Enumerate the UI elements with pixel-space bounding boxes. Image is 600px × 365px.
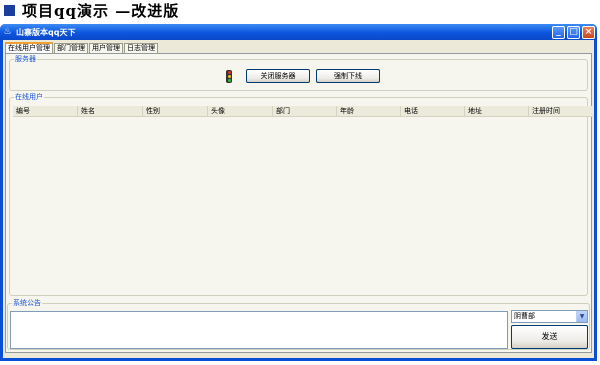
tab-online-user-management[interactable]: 在线用户管理 bbox=[5, 42, 53, 53]
app-window: ♨ 山寨版本qq天下 _ □ × 在线用户管理 部门管理 用户管理 日志管理 服… bbox=[0, 24, 597, 361]
traffic-light-icon bbox=[226, 70, 232, 83]
tab-page-online-users: 服务器 关闭服务器 强制下线 在线用户 编号 姓名 性别 头像 部门 年龄 电话… bbox=[5, 53, 593, 353]
maximize-button[interactable]: □ bbox=[567, 25, 580, 39]
force-offline-button[interactable]: 强制下线 bbox=[316, 69, 380, 83]
slide-title: 项目qq演示 —改进版 bbox=[22, 1, 180, 20]
online-users-group: 在线用户 编号 姓名 性别 头像 部门 年龄 电话 地址 注册时间 bbox=[9, 92, 593, 296]
user-table-body[interactable] bbox=[13, 117, 593, 293]
department-select[interactable]: 阴曹部 ▼ bbox=[511, 310, 588, 323]
slide-heading: 项目qq演示 —改进版 bbox=[4, 0, 179, 20]
online-users-group-label: 在线用户 bbox=[14, 92, 44, 102]
column-header-gender[interactable]: 性别 bbox=[143, 106, 208, 116]
column-header-name[interactable]: 姓名 bbox=[78, 106, 143, 116]
chevron-down-icon[interactable]: ▼ bbox=[576, 311, 587, 322]
column-header-registration-time[interactable]: 注册时间 bbox=[529, 106, 593, 116]
department-select-value: 阴曹部 bbox=[514, 312, 535, 320]
tab-user-management[interactable]: 用户管理 bbox=[89, 43, 123, 53]
app-icon: ♨ bbox=[3, 26, 12, 37]
column-header-age[interactable]: 年龄 bbox=[337, 106, 401, 116]
minimize-button[interactable]: _ bbox=[552, 25, 565, 39]
window-client-area: 在线用户管理 部门管理 用户管理 日志管理 服务器 关闭服务器 强制下线 在线用… bbox=[3, 40, 594, 358]
column-header-avatar[interactable]: 头像 bbox=[208, 106, 273, 116]
announcement-group-label: 系统公告 bbox=[12, 298, 42, 308]
title-bar[interactable]: ♨ 山寨版本qq天下 _ □ × bbox=[0, 24, 597, 40]
tab-strip: 在线用户管理 部门管理 用户管理 日志管理 bbox=[5, 42, 159, 53]
close-server-button[interactable]: 关闭服务器 bbox=[246, 69, 310, 83]
announcement-message-input[interactable] bbox=[10, 311, 508, 349]
server-group-label: 服务器 bbox=[14, 54, 37, 64]
square-bullet-icon bbox=[4, 4, 15, 16]
column-header-address[interactable]: 地址 bbox=[465, 106, 529, 116]
server-group: 服务器 关闭服务器 强制下线 bbox=[9, 54, 588, 91]
window-title: 山寨版本qq天下 bbox=[16, 27, 76, 37]
tab-log-management[interactable]: 日志管理 bbox=[124, 43, 158, 53]
tab-department-management[interactable]: 部门管理 bbox=[54, 43, 88, 53]
close-button[interactable]: × bbox=[582, 25, 595, 39]
send-button[interactable]: 发送 bbox=[511, 325, 588, 349]
column-header-phone[interactable]: 电话 bbox=[401, 106, 465, 116]
column-header-id[interactable]: 编号 bbox=[13, 106, 78, 116]
column-header-department[interactable]: 部门 bbox=[273, 106, 337, 116]
announcement-group: 系统公告 阴曹部 ▼ 发送 bbox=[7, 298, 590, 350]
user-table-header: 编号 姓名 性别 头像 部门 年龄 电话 地址 注册时间 bbox=[13, 106, 593, 117]
